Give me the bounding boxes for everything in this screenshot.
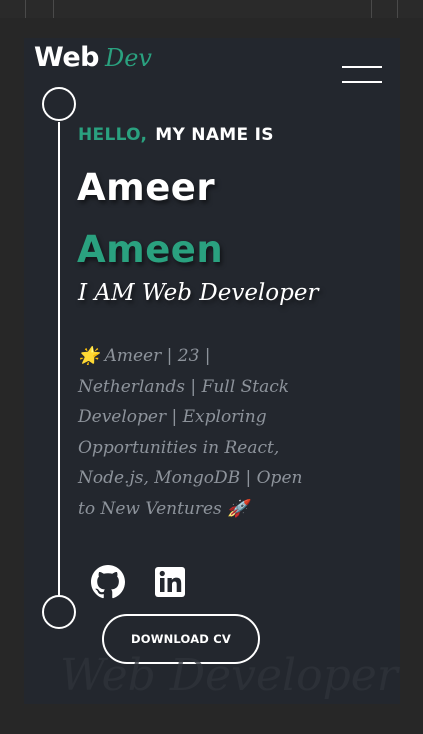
- greeting-accent: HELLO,: [78, 125, 148, 145]
- bio-text: 🌟 Ameer | 23 | Netherlands | Full Stack …: [78, 346, 303, 519]
- logo-accent-text: Dev: [104, 44, 152, 72]
- timeline-circle-top: [42, 87, 76, 121]
- hamburger-menu-icon[interactable]: [342, 65, 384, 85]
- timeline-circle-bottom: [42, 595, 76, 629]
- top-bar-divider: [397, 0, 398, 18]
- last-name: Ameen: [77, 228, 224, 271]
- top-bar-divider: [25, 0, 26, 18]
- greeting-rest: MY NAME IS: [155, 125, 274, 145]
- greeting: HELLO, MY NAME IS: [78, 125, 274, 145]
- menu-line: [342, 81, 382, 83]
- first-name: Ameer: [77, 166, 216, 209]
- top-bar-divider: [371, 0, 372, 18]
- logo-main-text: Web: [34, 42, 99, 73]
- role-title: I AM Web Developer: [78, 280, 319, 306]
- background-watermark: Web Developer: [60, 650, 398, 701]
- site-logo[interactable]: Web Dev: [34, 42, 152, 73]
- linkedin-icon[interactable]: [153, 565, 187, 599]
- top-bar-divider: [53, 0, 54, 18]
- github-icon[interactable]: [91, 565, 125, 599]
- menu-line: [342, 66, 382, 68]
- hero-card: Web Dev HELLO, MY NAME IS Ameer Ameen I AM…: [24, 38, 400, 704]
- timeline-line: [58, 122, 60, 596]
- browser-top-bar: [0, 0, 423, 18]
